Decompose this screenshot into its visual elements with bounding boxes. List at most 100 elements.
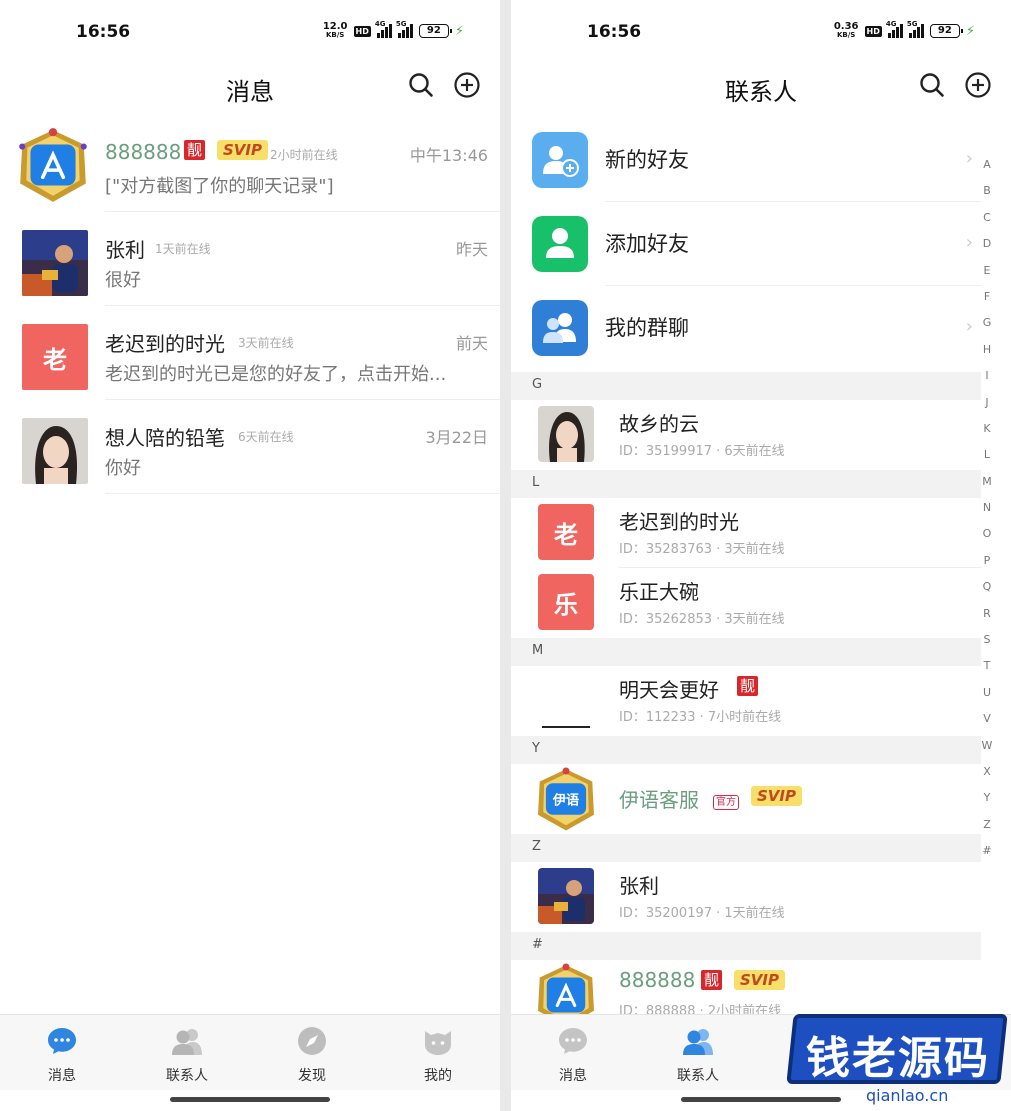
index-letter[interactable]: B <box>979 184 995 210</box>
new-friends-row[interactable]: 新的好友 › <box>511 118 1011 202</box>
index-letter[interactable]: Z <box>979 818 995 844</box>
index-letter[interactable]: N <box>979 501 995 527</box>
index-letter[interactable]: M <box>979 475 995 501</box>
index-letter[interactable]: C <box>979 211 995 237</box>
official-badge: 官方 <box>713 790 739 810</box>
contact-item[interactable]: 乐 乐正大碗 ID：35262853 · 3天前在线 <box>511 568 981 638</box>
index-letter[interactable]: L <box>979 448 995 474</box>
search-icon[interactable] <box>408 72 434 98</box>
avatar <box>538 406 594 462</box>
contact-id-status: ID：35283763 · 3天前在线 <box>619 542 785 557</box>
index-letter[interactable]: P <box>979 554 995 580</box>
message-time: 3月22日 <box>425 428 488 447</box>
contact-name: 老迟到的时光 <box>619 510 739 534</box>
tab-label: 发现 <box>298 1068 326 1084</box>
contact-name: 张利 <box>619 874 659 898</box>
clock: 16:56 <box>587 22 642 42</box>
index-letter[interactable]: D <box>979 237 995 263</box>
add-circle-icon[interactable] <box>454 72 480 98</box>
index-letter[interactable]: V <box>979 712 995 738</box>
tab-messages[interactable]: 消息 <box>533 1015 613 1091</box>
watermark-url: qianlao.cn <box>866 1086 949 1105</box>
contact-name: 老迟到的时光 <box>105 332 225 356</box>
index-letter[interactable]: U <box>979 686 995 712</box>
index-letter[interactable]: E <box>979 264 995 290</box>
header: 消息 <box>0 62 500 110</box>
conversation-item[interactable]: 888888 靓 SVIP 2小时前在线 中午13:46 ["对方截图了你的聊天… <box>0 118 500 212</box>
index-letter[interactable]: F <box>979 290 995 316</box>
contact-item[interactable]: 老 老迟到的时光 ID：35283763 · 3天前在线 <box>511 498 981 568</box>
index-letter[interactable]: Y <box>979 791 995 817</box>
tab-contacts[interactable]: 联系人 <box>658 1015 738 1091</box>
message-preview: 你好 <box>105 458 141 479</box>
index-letter[interactable]: I <box>979 369 995 395</box>
network-speed: 12.0 KB/S <box>322 21 348 40</box>
index-letter[interactable]: G <box>979 316 995 342</box>
contact-item[interactable]: 故乡的云 ID：35199917 · 6天前在线 <box>511 400 981 470</box>
hd-icon: HD <box>864 25 882 37</box>
index-letter[interactable]: R <box>979 607 995 633</box>
contact-item[interactable]: 明天会更好 靓 ID：112233 · 7小时前在线 <box>511 666 981 736</box>
contact-item[interactable]: 伊语 伊语客服 官方 SVIP <box>511 764 981 834</box>
online-status: 6天前在线 <box>238 430 294 444</box>
svip-badge: SVIP <box>734 970 785 990</box>
tab-me[interactable]: 我的 <box>398 1015 478 1091</box>
contact-name: 乐正大碗 <box>619 580 699 604</box>
contact-item[interactable]: 张利 ID：35200197 · 1天前在线 <box>511 862 981 932</box>
new-friend-icon <box>532 132 588 188</box>
index-letter[interactable]: A <box>979 158 995 184</box>
section-header: L <box>511 470 981 498</box>
search-icon[interactable] <box>919 72 945 98</box>
message-time: 前天 <box>455 334 488 353</box>
avatar <box>22 418 88 484</box>
contact-name: 888888 <box>619 968 696 992</box>
add-friend-row[interactable]: 添加好友 › <box>511 202 1011 286</box>
status-bar: 16:56 0.36 KB/S HD 4G 5G 92 ⚡ <box>511 0 1011 62</box>
chat-bubble-icon <box>48 1028 76 1054</box>
index-letter[interactable]: J <box>979 396 995 422</box>
avatar <box>538 868 594 924</box>
watermark-text: 钱老源码 <box>806 1033 990 1084</box>
tab-contacts[interactable]: 联系人 <box>147 1015 227 1091</box>
chat-bubble-icon <box>559 1028 587 1054</box>
clock: 16:56 <box>76 22 131 42</box>
svip-badge: SVIP <box>751 786 802 806</box>
home-indicator[interactable] <box>170 1097 330 1102</box>
chevron-right-icon: › <box>965 316 973 337</box>
index-letter[interactable]: W <box>979 739 995 765</box>
group-chats-row[interactable]: 我的群聊 › <box>511 286 1011 370</box>
index-letter[interactable]: O <box>979 527 995 553</box>
index-letter[interactable]: X <box>979 765 995 791</box>
add-circle-icon[interactable] <box>965 72 991 98</box>
index-letter[interactable]: # <box>979 844 995 870</box>
liang-badge: 靓 <box>701 970 723 990</box>
alphabet-index-bar[interactable]: A B C D E F G H I J K L M N O P Q R S T U V W X Y Z # <box>979 158 995 871</box>
conversation-item[interactable]: 老 老迟到的时光 3天前在线 前天 老迟到的时光已是您的好友了，点击开始... <box>0 306 500 400</box>
contact-id-status: ID：112233 · 7小时前在线 <box>619 710 782 725</box>
contact-id-status: ID：35199917 · 6天前在线 <box>619 444 785 459</box>
online-status: 1天前在线 <box>155 242 211 256</box>
network-speed: 0.36 KB/S <box>833 21 859 40</box>
message-preview: 很好 <box>105 270 141 291</box>
divider <box>105 493 500 494</box>
index-letter[interactable]: T <box>979 659 995 685</box>
charging-icon: ⚡ <box>965 23 975 39</box>
chevron-right-icon: › <box>965 148 973 169</box>
conversation-item[interactable]: 张利 1天前在线 昨天 很好 <box>0 212 500 306</box>
profile-icon <box>425 1031 451 1055</box>
conversation-item[interactable]: 想人陪的铅笔 6天前在线 3月22日 你好 <box>0 400 500 494</box>
bottom-tab-bar: 消息 联系人 发现 我的 <box>0 1014 500 1090</box>
tab-messages[interactable]: 消息 <box>22 1015 102 1091</box>
index-letter[interactable]: Q <box>979 580 995 606</box>
liang-badge: 靓 <box>737 676 759 696</box>
status-icons: 12.0 KB/S HD 4G 5G 92 ⚡ <box>322 20 464 40</box>
index-letter[interactable]: H <box>979 343 995 369</box>
divider <box>500 0 511 1111</box>
message-preview: ["对方截图了你的聊天记录"] <box>105 176 334 197</box>
tab-label: 消息 <box>48 1068 76 1084</box>
signal-5g-icon: 5G <box>907 20 924 38</box>
function-label: 新的好友 <box>605 148 689 172</box>
tab-discover[interactable]: 发现 <box>272 1015 352 1091</box>
index-letter[interactable]: K <box>979 422 995 448</box>
index-letter[interactable]: S <box>979 633 995 659</box>
